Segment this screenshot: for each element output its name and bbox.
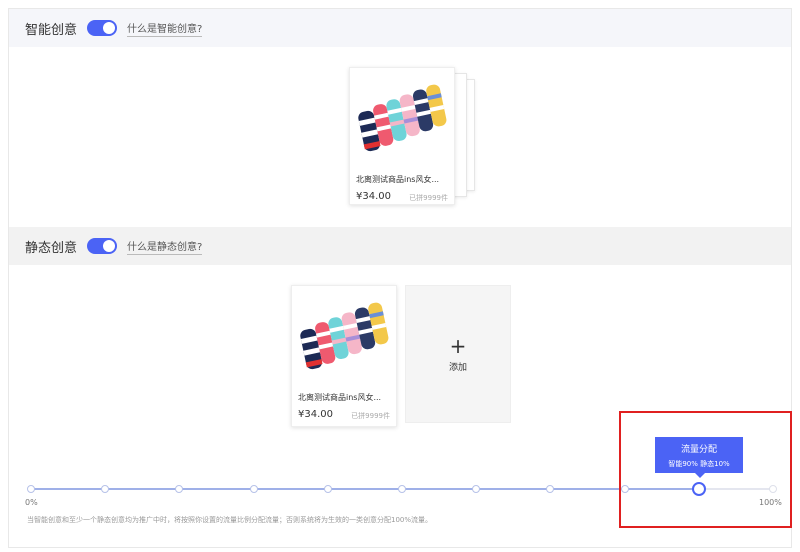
traffic-hint-text: 当智能创意和至少一个静态创意均为推广中时，将按照你设置的流量比例分配流量；否则系…: [27, 516, 433, 524]
slider-step-dot[interactable]: [101, 485, 110, 493]
add-label: 添加: [448, 362, 467, 373]
creative-panel: 智能创意 什么是智能创意? 北离测试商品ins风女... ¥34.00 已拼99…: [8, 8, 792, 548]
product-sold-count: 已拼9999件: [409, 194, 448, 202]
product-price: ¥34.00: [298, 409, 333, 420]
static-creative-header: 静态创意 什么是静态创意?: [9, 227, 791, 265]
slider-step-dot[interactable]: [175, 485, 184, 493]
smart-creative-toggle[interactable]: [87, 20, 118, 36]
highlight-annotation-box: [619, 411, 792, 528]
static-creative-help-link[interactable]: 什么是静态创意?: [127, 238, 203, 255]
product-image: [358, 84, 447, 152]
smart-product-card[interactable]: 北离测试商品ins风女... ¥34.00 已拼9999件: [349, 67, 455, 205]
slider-step-dot[interactable]: [546, 485, 555, 493]
traffic-slider-fill: [31, 488, 699, 490]
smart-creative-header: 智能创意 什么是智能创意?: [9, 9, 791, 47]
smart-creative-title: 智能创意: [25, 22, 78, 38]
slider-step-dot[interactable]: [472, 485, 481, 493]
static-creative-toggle[interactable]: [87, 238, 118, 254]
static-product-card[interactable]: 北离测试商品ins风女... ¥34.00 已拼9999件: [291, 285, 397, 427]
smart-creative-help-link[interactable]: 什么是智能创意?: [127, 20, 203, 37]
product-price: ¥34.00: [356, 191, 391, 202]
toggle-knob: [103, 240, 116, 252]
slider-step-dot[interactable]: [249, 485, 258, 493]
slider-step-dot[interactable]: [27, 485, 35, 493]
static-creative-title: 静态创意: [25, 240, 78, 256]
toggle-knob: [103, 22, 116, 34]
slider-step-dot[interactable]: [398, 485, 406, 493]
product-image: [300, 302, 389, 370]
slider-step-dot[interactable]: [323, 485, 332, 493]
add-creative-button[interactable]: + 添加: [405, 285, 511, 423]
product-title: 北离测试商品ins风女...: [298, 393, 382, 402]
plus-icon: +: [449, 333, 467, 358]
product-title: 北离测试商品ins风女...: [356, 175, 440, 184]
product-sold-count: 已拼9999件: [351, 412, 390, 420]
slider-min-label: 0%: [25, 498, 38, 507]
